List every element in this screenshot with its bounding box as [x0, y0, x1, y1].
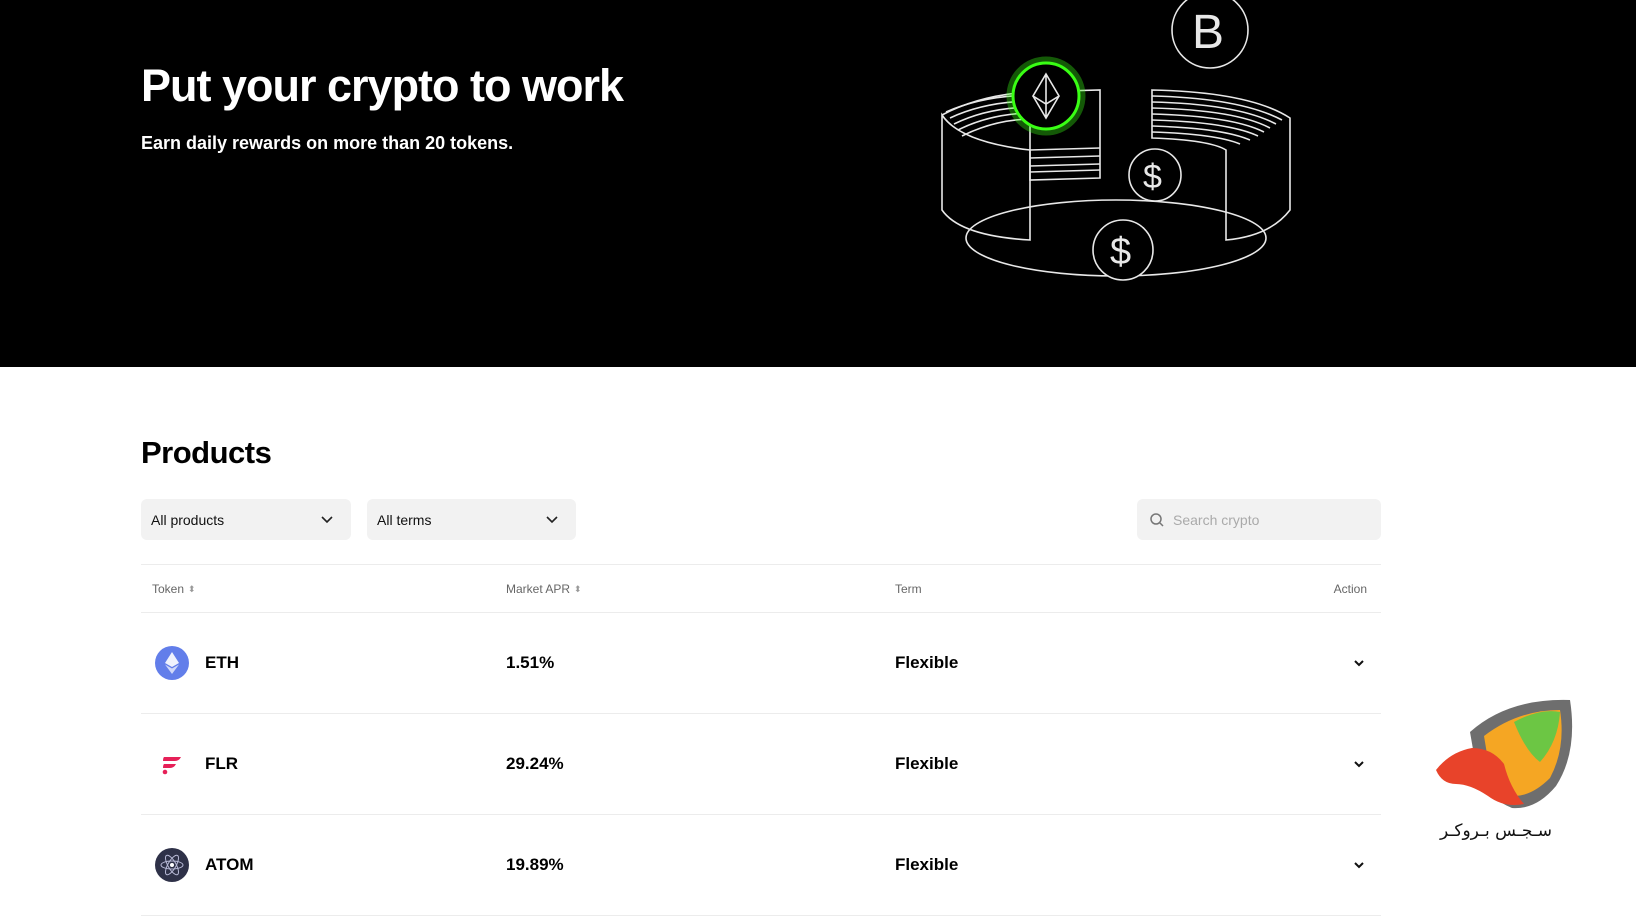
svg-text:B: B — [1192, 6, 1224, 59]
token-symbol: ATOM — [205, 855, 254, 874]
search-input[interactable] — [1173, 511, 1363, 528]
chevron-down-icon — [546, 516, 558, 524]
market-apr: 1.51% — [506, 653, 555, 672]
column-header-token[interactable]: Token ⬍ — [152, 582, 196, 596]
column-header-action: Action — [1333, 582, 1367, 596]
term-value: Flexible — [895, 653, 959, 672]
sort-icon: ⬍ — [574, 583, 582, 594]
product-filter-dropdown[interactable]: All products — [141, 499, 351, 540]
expand-chevron-icon[interactable] — [1351, 857, 1367, 873]
table-row[interactable]: ATOM 19.89% Flexible — [141, 815, 1381, 916]
watermark-logo: سـجـس بـروكـر — [1436, 699, 1573, 841]
product-filter-value: All products — [151, 511, 225, 528]
token-symbol: FLR — [205, 754, 239, 773]
svg-text:$: $ — [1110, 231, 1131, 273]
column-header-term: Term — [895, 582, 922, 596]
search-icon — [1150, 512, 1164, 527]
flr-icon — [162, 757, 181, 775]
hero-subtitle: Earn daily rewards on more than 20 token… — [141, 133, 514, 153]
sort-icon: ⬍ — [188, 583, 196, 594]
expand-chevron-icon[interactable] — [1351, 756, 1367, 772]
table-header: Token ⬍ Market APR ⬍ Term Action — [141, 564, 1381, 613]
chevron-down-icon — [321, 516, 333, 524]
atom-icon — [155, 848, 189, 882]
search-box[interactable] — [1137, 499, 1381, 540]
watermark-text: سـجـس بـروكـر — [1439, 821, 1552, 841]
term-value: Flexible — [895, 855, 959, 874]
hero-banner: Put your crypto to work Earn daily rewar… — [0, 0, 1636, 367]
products-heading: Products — [141, 435, 272, 470]
market-apr: 19.89% — [506, 855, 564, 874]
term-filter-dropdown[interactable]: All terms — [367, 499, 576, 540]
svg-text:$: $ — [1143, 158, 1162, 196]
table-row[interactable]: ETH 1.51% Flexible — [141, 613, 1381, 714]
crypto-illustration: $ $ B — [941, 0, 1291, 281]
token-symbol: ETH — [205, 653, 239, 672]
expand-chevron-icon[interactable] — [1351, 655, 1367, 671]
products-table: Token ⬍ Market APR ⬍ Term Action ETH 1.51%… — [141, 564, 1381, 916]
hero-title: Put your crypto to work — [141, 60, 624, 111]
eth-icon — [155, 646, 189, 680]
market-apr: 29.24% — [506, 754, 564, 773]
column-header-apr[interactable]: Market APR ⬍ — [506, 582, 582, 596]
table-row[interactable]: FLR 29.24% Flexible — [141, 714, 1381, 815]
term-value: Flexible — [895, 754, 959, 773]
term-filter-value: All terms — [377, 511, 432, 528]
